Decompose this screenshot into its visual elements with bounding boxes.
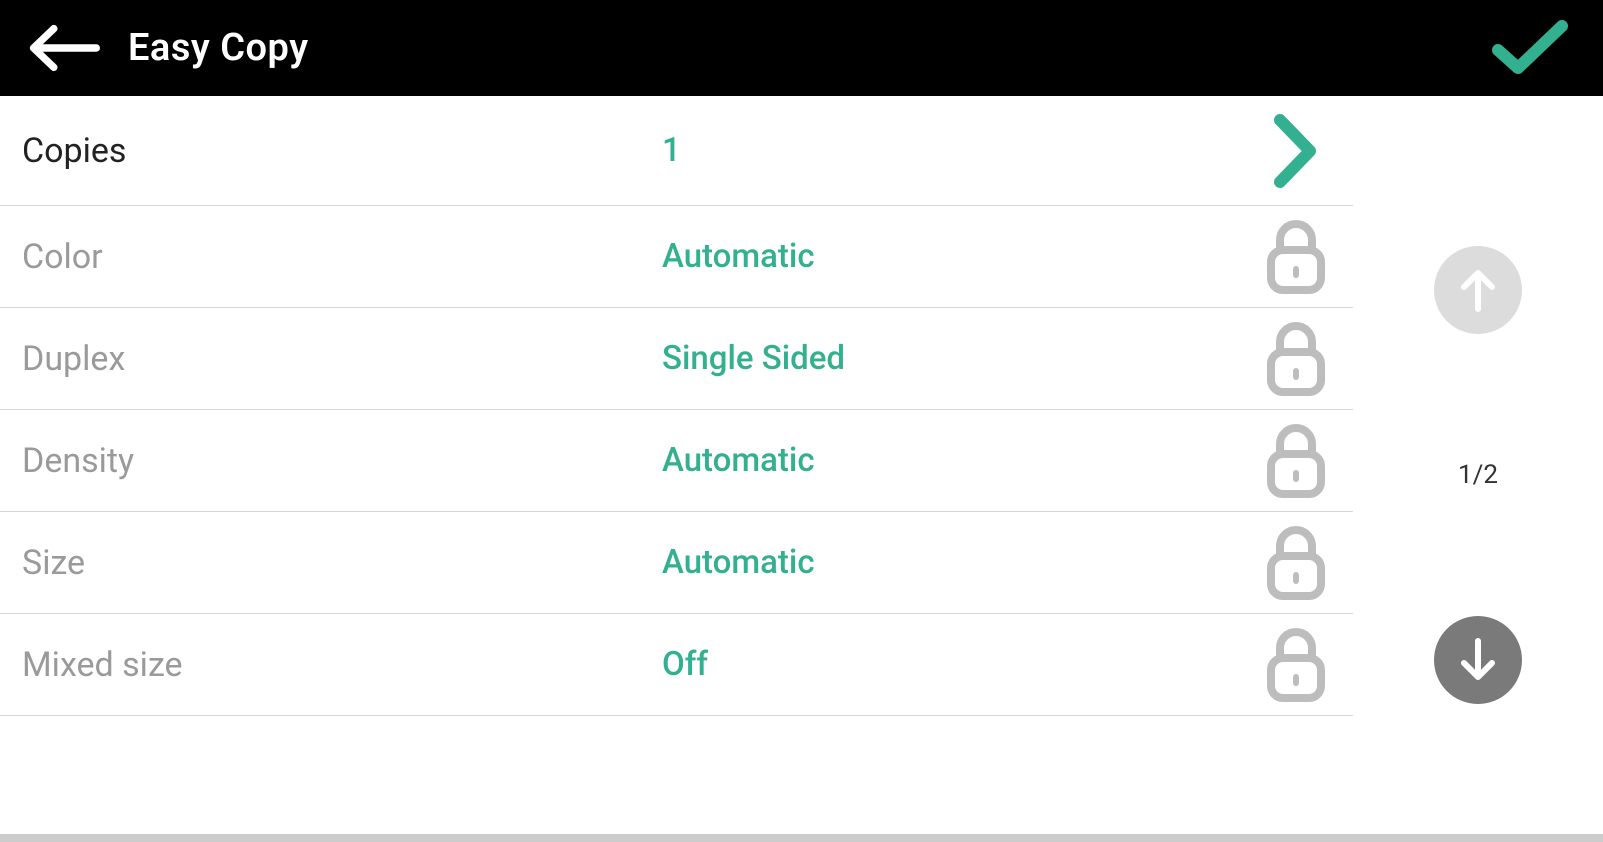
arrow-up-icon xyxy=(1458,265,1498,315)
page-down-button[interactable] xyxy=(1434,616,1522,704)
row-label: Density xyxy=(22,441,662,481)
lock-icon xyxy=(1263,422,1329,500)
row-value: 1 xyxy=(662,131,1251,170)
row-value: Automatic xyxy=(662,441,1251,480)
row-duplex: Duplex Single Sided xyxy=(0,308,1353,410)
settings-list: Copies 1 Color Automatic Duplex xyxy=(0,96,1353,834)
row-color: Color Automatic xyxy=(0,206,1353,308)
row-action xyxy=(1251,626,1341,704)
row-action xyxy=(1251,112,1341,190)
row-copies[interactable]: Copies 1 xyxy=(0,96,1353,206)
checkmark-icon xyxy=(1490,18,1570,78)
arrow-down-icon xyxy=(1458,635,1498,685)
row-action xyxy=(1251,524,1341,602)
row-label: Color xyxy=(22,237,662,277)
lock-icon xyxy=(1263,320,1329,398)
row-value: Single Sided xyxy=(662,339,1251,378)
row-label: Duplex xyxy=(22,339,662,379)
content: Copies 1 Color Automatic Duplex xyxy=(0,96,1603,834)
row-label: Copies xyxy=(22,131,662,171)
arrow-left-icon xyxy=(28,23,100,73)
page-title: Easy Copy xyxy=(128,26,309,70)
row-value: Automatic xyxy=(662,543,1251,582)
row-value: Automatic xyxy=(662,237,1251,276)
header: Easy Copy xyxy=(0,0,1603,96)
lock-icon xyxy=(1263,218,1329,296)
pager-label: 1/2 xyxy=(1458,460,1498,490)
row-action xyxy=(1251,422,1341,500)
row-label: Mixed size xyxy=(22,645,662,685)
row-value: Off xyxy=(662,645,1251,684)
row-mixed-size: Mixed size Off xyxy=(0,614,1353,716)
pager: 1/2 xyxy=(1353,96,1603,834)
row-density: Density Automatic xyxy=(0,410,1353,512)
row-action xyxy=(1251,320,1341,398)
back-button[interactable] xyxy=(28,12,100,84)
chevron-right-icon xyxy=(1274,112,1318,190)
lock-icon xyxy=(1263,626,1329,704)
row-size: Size Automatic xyxy=(0,512,1353,614)
confirm-button[interactable] xyxy=(1485,3,1575,93)
row-label: Size xyxy=(22,543,662,583)
row-action xyxy=(1251,218,1341,296)
lock-icon xyxy=(1263,524,1329,602)
page-up-button xyxy=(1434,246,1522,334)
